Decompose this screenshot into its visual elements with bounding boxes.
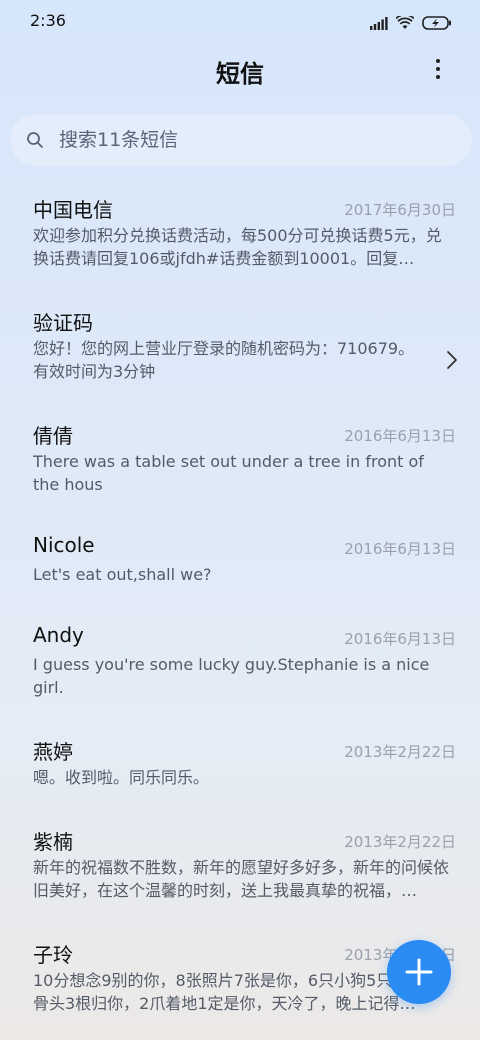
chevron-right-icon[interactable]	[446, 350, 458, 370]
thread-name: 子玲	[33, 943, 73, 967]
more-options-button[interactable]	[418, 54, 458, 84]
thread-preview: 嗯。收到啦。同乐同乐。	[33, 768, 210, 787]
search-input[interactable]	[59, 129, 419, 151]
thread-date: 2013年2月22日	[344, 743, 456, 761]
thread-item-nicole[interactable]: Nicole 2016年6月13日 Let's eat out,shall we…	[0, 519, 480, 609]
thread-item-qianqian[interactable]: 倩倩 2016年6月13日 There was a table set out …	[0, 406, 480, 519]
thread-list: 中国电信 2017年6月30日 欢迎参加积分兑换话费活动，每500分可兑换话费5…	[0, 180, 480, 1038]
thread-date: 2013年2月22日	[344, 833, 456, 851]
thread-item-zinan[interactable]: 紫楠 2013年2月22日 新年的祝福数不胜数，新年的愿望好多好多，新年的问候依…	[0, 812, 480, 925]
thread-item-yanting[interactable]: 燕婷 2013年2月22日 嗯。收到啦。同乐同乐。	[0, 722, 480, 812]
status-bar: 2:36	[0, 0, 480, 44]
thread-date: 2016年6月13日	[344, 630, 456, 648]
new-message-button[interactable]	[387, 940, 451, 1004]
page-title: 短信	[216, 60, 264, 88]
thread-item-verification-code[interactable]: 验证码 您好！您的网上营业厅登录的随机密码为：710679。有效时间为3分钟	[0, 293, 480, 406]
thread-name: 验证码	[33, 311, 93, 335]
thread-name: 倩倩	[33, 424, 73, 448]
thread-preview: 新年的祝福数不胜数，新年的愿望好多好多，新年的问候依旧美好，在这个温馨的时刻，送…	[33, 858, 449, 900]
thread-name: 中国电信	[33, 198, 113, 222]
thread-preview: Let's eat out,shall we?	[33, 565, 212, 584]
thread-item-andy[interactable]: Andy 2016年6月13日 I guess you're some luck…	[0, 609, 480, 722]
search-box[interactable]	[10, 114, 472, 166]
plus-icon	[405, 958, 433, 986]
thread-preview: There was a table set out under a tree i…	[33, 452, 424, 494]
thread-preview: I guess you're some lucky guy.Stephanie …	[33, 655, 430, 697]
thread-name: 紫楠	[33, 830, 73, 854]
thread-date: 2016年6月13日	[344, 540, 456, 558]
wifi-icon	[396, 16, 414, 29]
thread-preview: 您好！您的网上营业厅登录的随机密码为：710679。有效时间为3分钟	[33, 339, 415, 381]
signal-icon	[370, 17, 388, 30]
thread-name: Nicole	[33, 533, 95, 557]
app-header: 短信	[0, 44, 480, 94]
thread-item-china-telecom[interactable]: 中国电信 2017年6月30日 欢迎参加积分兑换话费活动，每500分可兑换话费5…	[0, 180, 480, 293]
thread-name: 燕婷	[33, 740, 73, 764]
more-vertical-icon	[436, 59, 440, 63]
status-time: 2:36	[30, 11, 66, 30]
status-icons	[370, 12, 452, 30]
thread-date: 2016年6月13日	[344, 427, 456, 445]
thread-preview: 欢迎参加积分兑换话费活动，每500分可兑换话费5元，兑换话费请回复106或jfd…	[33, 226, 442, 268]
battery-charging-icon	[422, 16, 451, 30]
thread-date: 2017年6月30日	[344, 201, 456, 219]
search-icon	[27, 132, 43, 148]
thread-name: Andy	[33, 623, 84, 647]
